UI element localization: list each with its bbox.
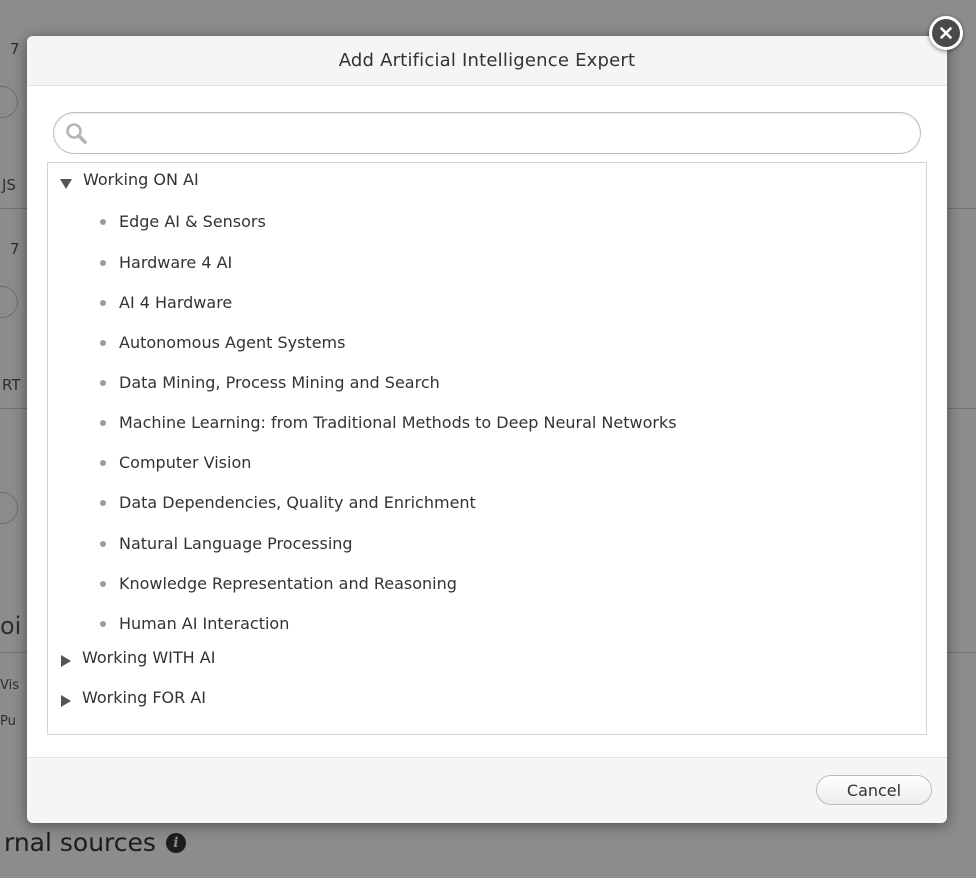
tree-item-label: Computer Vision: [119, 453, 252, 472]
tree-item-label: Autonomous Agent Systems: [119, 333, 346, 352]
tree-item[interactable]: Natural Language Processing: [100, 534, 353, 553]
dialog-title: Add Artificial Intelligence Expert: [338, 50, 636, 71]
tree-item-label: Natural Language Processing: [119, 534, 353, 553]
tree-item-label: Data Dependencies, Quality and Enrichmen…: [119, 493, 476, 512]
triangle-down-icon[interactable]: [60, 179, 72, 189]
tree-item-label: Knowledge Representation and Reasoning: [119, 574, 457, 593]
tree-item-label: Edge AI & Sensors: [119, 212, 266, 231]
close-button[interactable]: [929, 16, 963, 50]
tree-item-label: Machine Learning: from Traditional Metho…: [119, 413, 677, 432]
bullet-icon: [100, 580, 106, 587]
bullet-icon: [100, 379, 106, 386]
tree-item[interactable]: Human AI Interaction: [100, 614, 289, 633]
search-input[interactable]: [94, 117, 908, 151]
tree-group-working-on-ai[interactable]: Working ON AI: [48, 169, 199, 189]
tree-group-label: Working ON AI: [83, 169, 199, 189]
tree-item[interactable]: Data Dependencies, Quality and Enrichmen…: [100, 493, 476, 512]
bullet-icon: [100, 299, 106, 306]
tree-item[interactable]: Edge AI & Sensors: [100, 212, 266, 231]
dialog-footer: Cancel: [27, 757, 947, 823]
tree-item[interactable]: Computer Vision: [100, 453, 251, 472]
cancel-button[interactable]: Cancel: [816, 775, 932, 805]
bullet-icon: [100, 459, 106, 466]
tree-item-label: Data Mining, Process Mining and Search: [119, 373, 440, 392]
bullet-icon: [100, 339, 106, 346]
tree-item[interactable]: Data Mining, Process Mining and Search: [100, 373, 440, 392]
bullet-icon: [100, 218, 106, 225]
tree-item[interactable]: Autonomous Agent Systems: [100, 333, 345, 352]
tree-item-label: AI 4 Hardware: [119, 293, 233, 312]
tree-item-label: Hardware 4 AI: [119, 253, 233, 272]
bullet-icon: [100, 499, 106, 506]
bullet-icon: [100, 419, 106, 426]
tree-item[interactable]: Machine Learning: from Traditional Metho…: [100, 413, 677, 432]
bullet-icon: [100, 540, 106, 547]
bullet-icon: [100, 620, 106, 627]
bullet-icon: [100, 259, 106, 266]
tree-item[interactable]: Knowledge Representation and Reasoning: [100, 574, 457, 593]
category-tree: Working ON AI Edge AI & Sensors Hardware…: [47, 162, 927, 735]
dialog-header: Add Artificial Intelligence Expert: [27, 36, 947, 86]
tree-group-working-with-ai[interactable]: Working WITH AI: [48, 647, 215, 667]
add-expert-dialog: Add Artificial Intelligence Expert Worki…: [27, 36, 947, 823]
tree-item[interactable]: Hardware 4 AI: [100, 253, 232, 272]
tree-group-working-for-ai[interactable]: Working FOR AI: [48, 687, 206, 707]
tree-group-label: Working FOR AI: [82, 687, 207, 707]
triangle-right-icon[interactable]: [61, 695, 71, 707]
close-icon: [940, 27, 952, 39]
search-icon: [66, 123, 87, 144]
triangle-right-icon[interactable]: [61, 655, 71, 667]
tree-item[interactable]: AI 4 Hardware: [100, 293, 232, 312]
search-box[interactable]: [53, 112, 921, 154]
tree-item-label: Human AI Interaction: [119, 614, 290, 633]
tree-group-label: Working WITH AI: [82, 647, 216, 667]
